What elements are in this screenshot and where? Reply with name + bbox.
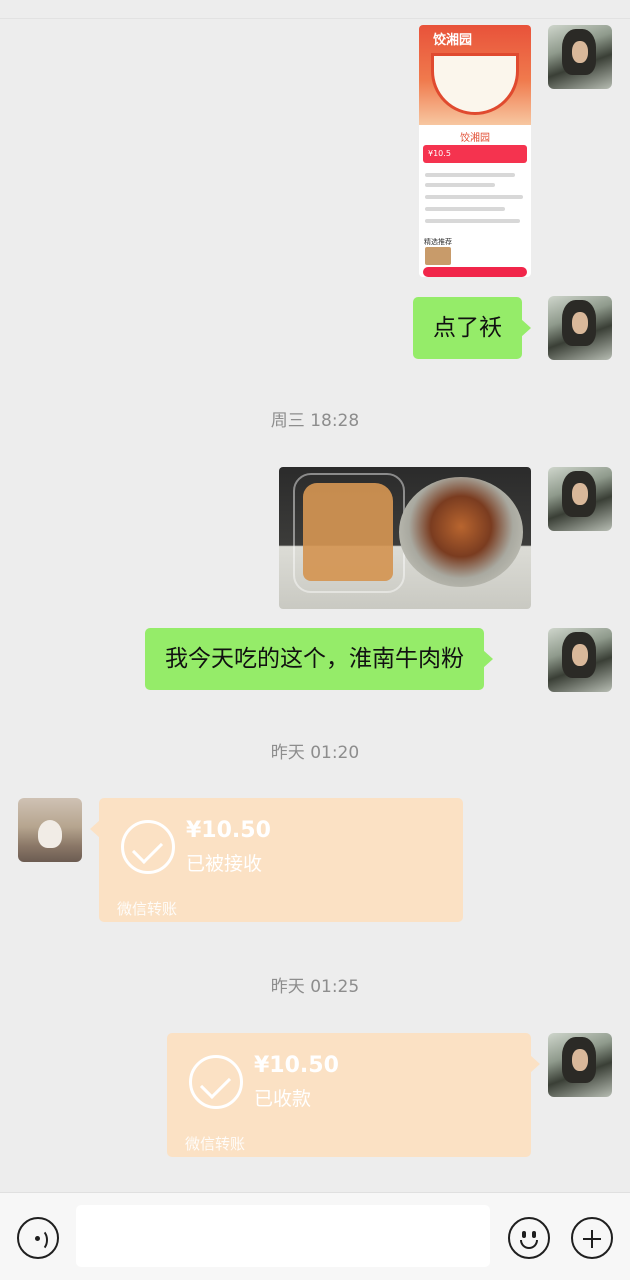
top-divider bbox=[0, 18, 630, 19]
screenshot-price: ¥10.5 bbox=[423, 145, 527, 163]
screenshot-buy-button bbox=[423, 267, 527, 277]
screenshot-subtitle: 饺湘园 bbox=[460, 133, 490, 144]
screenshot-text-line bbox=[425, 207, 505, 211]
screenshot-text-line bbox=[425, 183, 495, 187]
emoji-eye bbox=[522, 1231, 526, 1238]
my-avatar[interactable] bbox=[548, 467, 612, 531]
transfer-label: 微信转账 bbox=[117, 900, 178, 918]
timestamp: 周三 18:28 bbox=[270, 411, 360, 431]
transfer-amount: ¥10.50 bbox=[254, 1053, 339, 1078]
plastic-bag bbox=[293, 473, 405, 593]
emoji-icon[interactable] bbox=[508, 1217, 550, 1259]
my-avatar[interactable] bbox=[548, 296, 612, 360]
noodle-bowl bbox=[399, 477, 523, 587]
check-circle-icon bbox=[189, 1055, 243, 1109]
dumpling-bowl-image bbox=[431, 53, 519, 115]
transfer-status: 已被接收 bbox=[186, 853, 263, 875]
shared-screenshot-image[interactable]: 饺湘园 饺湘园 ¥10.5 精选推荐 bbox=[419, 25, 531, 277]
my-avatar[interactable] bbox=[548, 628, 612, 692]
sent-photo-image[interactable] bbox=[279, 467, 531, 609]
message-input[interactable] bbox=[76, 1205, 490, 1267]
transfer-card-received[interactable]: ¥10.50 已被接收 微信转账 bbox=[90, 798, 463, 922]
voice-icon[interactable] bbox=[17, 1217, 59, 1259]
check-circle-icon bbox=[121, 820, 175, 874]
emoji-eye bbox=[532, 1231, 536, 1238]
sent-message-bubble[interactable]: 点了袄 bbox=[413, 297, 531, 359]
input-bar bbox=[0, 1192, 630, 1280]
screenshot-banner: 饺湘园 bbox=[419, 25, 531, 125]
timestamp: 昨天 01:25 bbox=[270, 977, 360, 997]
plus-icon[interactable] bbox=[571, 1217, 613, 1259]
sent-message-bubble[interactable]: 我今天吃的这个，淮南牛肉粉 bbox=[145, 628, 493, 690]
my-avatar[interactable] bbox=[548, 1033, 612, 1097]
transfer-amount: ¥10.50 bbox=[186, 818, 271, 843]
contact-avatar[interactable] bbox=[18, 798, 82, 862]
screenshot-text-line bbox=[425, 173, 515, 177]
screenshot-title: 饺湘园 bbox=[433, 33, 473, 48]
screenshot-food-thumbnail bbox=[425, 247, 451, 265]
transfer-status: 已收款 bbox=[254, 1088, 312, 1110]
screenshot-text-line bbox=[425, 219, 520, 223]
transfer-label: 微信转账 bbox=[185, 1135, 246, 1153]
my-avatar[interactable] bbox=[548, 25, 612, 89]
screenshot-text-line bbox=[425, 195, 523, 199]
screenshot-recommend-label: 精选推荐 bbox=[424, 238, 452, 246]
transfer-card-collected[interactable]: ¥10.50 已收款 微信转账 bbox=[167, 1033, 540, 1157]
timestamp: 昨天 01:20 bbox=[270, 743, 360, 763]
emoji-mouth bbox=[520, 1240, 538, 1249]
